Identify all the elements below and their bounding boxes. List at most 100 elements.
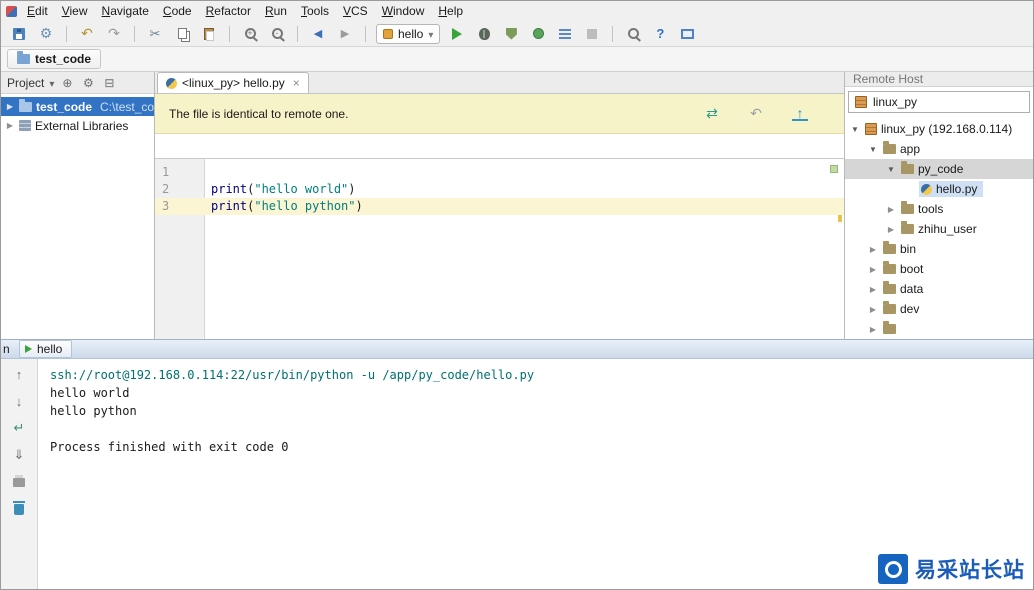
remote-host-title: Remote Host [853,72,924,86]
tree-row-py-code[interactable]: py_code [845,159,1033,179]
copy-button[interactable] [172,24,192,44]
paren-token: ) [355,199,363,213]
expand-arrow-icon[interactable] [867,245,879,254]
up-stack-trace-icon[interactable] [10,365,28,383]
zoom-out-button[interactable] [267,24,287,44]
chevron-down-icon[interactable] [49,76,54,90]
coverage-data-button[interactable] [555,24,575,44]
tree-label: dev [900,302,920,316]
search-everywhere-button[interactable] [623,24,643,44]
remote-server-select[interactable]: linux_py [848,91,1030,113]
menu-refactor[interactable]: Refactor [199,1,258,21]
expand-arrow-icon[interactable] [867,305,879,314]
expand-arrow-icon[interactable] [867,285,879,294]
ring-icon [884,560,902,578]
undo-icon[interactable] [77,24,97,44]
tree-row-partial[interactable] [845,319,1033,339]
debug-button[interactable] [474,24,494,44]
run-configuration-select[interactable]: hello [376,23,441,44]
expand-arrow-icon[interactable] [5,121,15,130]
menu-code[interactable]: Code [156,1,199,21]
run-coverage-button[interactable] [501,24,521,44]
soft-wrap-icon[interactable] [10,419,28,437]
menu-view[interactable]: View [55,1,95,21]
down-stack-trace-icon[interactable] [10,392,28,410]
print-button[interactable] [10,473,28,491]
redo-icon[interactable] [104,24,124,44]
save-button[interactable] [9,24,29,44]
compare-with-remote-icon[interactable] [704,106,720,122]
console-output-line: hello world [50,386,130,400]
watermark: 易采站长站 [878,554,1025,584]
close-icon[interactable] [293,76,300,90]
collapse-all-icon[interactable] [101,75,117,91]
scroll-to-source-icon[interactable] [59,75,75,91]
tree-label: bin [900,242,917,256]
tree-row-app[interactable]: app [845,139,1033,159]
clear-console-button[interactable] [10,500,28,518]
navigate-back-icon[interactable] [308,24,328,44]
profiler-icon [532,28,544,39]
code-line-current[interactable]: 3 print("hello python") [155,198,844,215]
menu-run[interactable]: Run [258,1,294,21]
download-from-remote-icon[interactable] [748,106,764,122]
settings-icon[interactable] [36,24,56,44]
project-root-row[interactable]: test_code C:\test_cod [1,97,154,116]
expand-arrow-icon[interactable] [885,205,897,214]
scroll-to-end-icon[interactable] [10,446,28,464]
collapse-arrow-icon[interactable] [867,145,879,154]
expand-arrow-icon [867,325,879,334]
run-button[interactable] [447,24,467,44]
expand-arrow-icon[interactable] [5,102,15,111]
project-panel-header: Project [1,72,154,94]
gear-icon[interactable] [80,75,96,91]
menu-tools[interactable]: Tools [294,1,336,21]
code-editor[interactable]: 1 2 print("hello world") 3 print("hello … [155,158,844,339]
run-tab-label: hello [37,342,63,356]
inspection-indicator[interactable] [830,165,838,173]
tree-label: zhihu_user [918,222,977,236]
error-stripe-mark[interactable] [838,215,842,222]
python-file-icon [166,77,177,89]
upload-to-remote-icon[interactable] [792,107,808,121]
help-icon[interactable] [650,24,670,44]
menu-vcs[interactable]: VCS [336,1,375,21]
cut-icon[interactable] [145,24,165,44]
external-libraries-row[interactable]: External Libraries [1,116,154,135]
tree-row-tools[interactable]: tools [845,199,1033,219]
code-line[interactable]: 2 print("hello world") [155,181,844,198]
menu-edit[interactable]: Edit [20,1,55,21]
restore-layout-button[interactable] [677,24,697,44]
collapse-arrow-icon[interactable] [885,165,897,174]
tree-label: hello.py [936,182,978,196]
tree-row-boot[interactable]: boot [845,259,1033,279]
tree-row-data[interactable]: data [845,279,1033,299]
folder-icon [883,141,896,154]
navigate-forward-icon[interactable] [335,24,355,44]
tree-label: tools [918,202,944,216]
paste-button[interactable] [199,24,219,44]
breadcrumb[interactable]: test_code [7,49,102,69]
menu-window[interactable]: Window [375,1,432,21]
tree-row-server[interactable]: linux_py (192.168.0.114) [845,119,1033,139]
expand-arrow-icon[interactable] [867,265,879,274]
tree-row-bin[interactable]: bin [845,239,1033,259]
stop-button[interactable] [582,24,602,44]
profiler-button[interactable] [528,24,548,44]
tree-row-dev[interactable]: dev [845,299,1033,319]
banner-actions [704,106,808,122]
run-icon [452,27,463,40]
menu-help[interactable]: Help [431,1,470,21]
zoom-in-button[interactable] [240,24,260,44]
tree-row-hello-py[interactable]: hello.py [845,179,1033,199]
tree-row-zhihu-user[interactable]: zhihu_user [845,219,1033,239]
paste-icon [204,27,214,41]
editor-tab[interactable]: <linux_py> hello.py [157,72,309,93]
code-text: print("hello world") [205,181,356,198]
expand-arrow-icon[interactable] [885,225,897,234]
code-line[interactable]: 1 [155,164,844,181]
line-number: 1 [162,165,170,179]
run-tab-hello[interactable]: hello [19,340,73,358]
menu-navigate[interactable]: Navigate [95,1,156,21]
collapse-arrow-icon[interactable] [849,125,861,134]
